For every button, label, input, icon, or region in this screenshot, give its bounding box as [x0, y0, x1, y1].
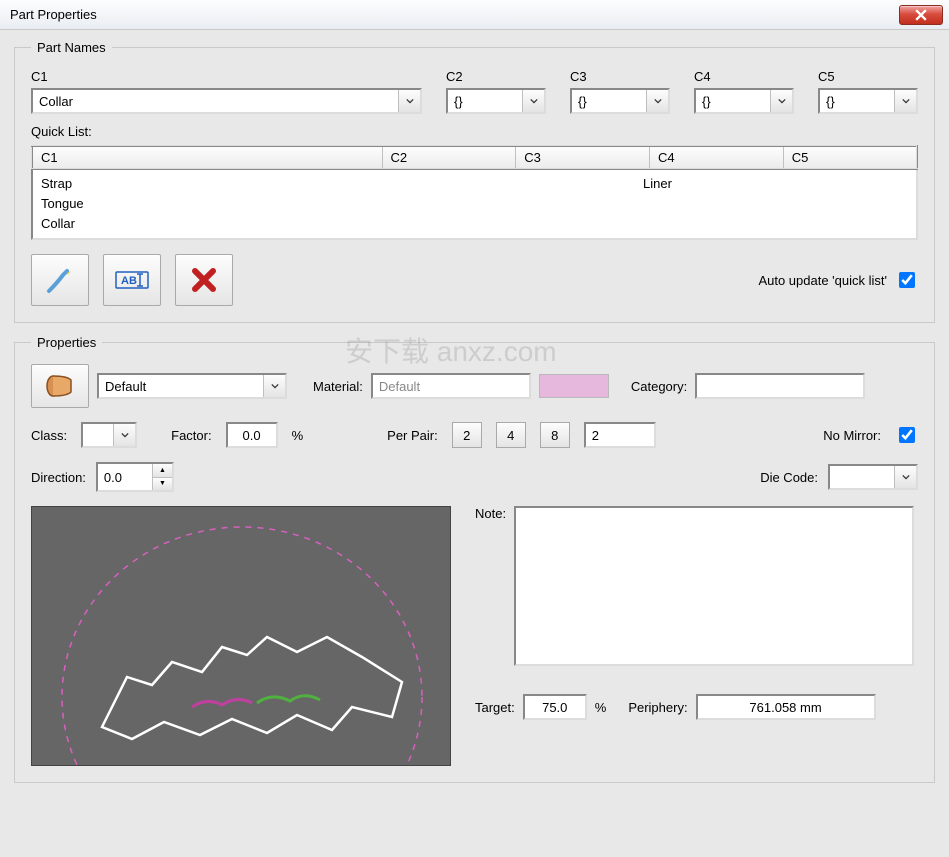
c4-value: {}	[696, 94, 770, 109]
chevron-down-icon	[113, 424, 135, 446]
properties-group: Properties 安下载 anxz.com Default Material…	[14, 335, 935, 783]
c2-label: C2	[446, 69, 546, 84]
die-code-label: Die Code:	[760, 470, 818, 485]
per-pair-8-button[interactable]: 8	[540, 422, 570, 448]
factor-input[interactable]: 0.0	[226, 422, 278, 448]
quick-list-label: Quick List:	[31, 124, 92, 139]
material-value: Default	[379, 379, 420, 394]
c2-value: {}	[448, 94, 522, 109]
material-input[interactable]: Default	[371, 373, 531, 399]
c4-combo[interactable]: {}	[694, 88, 794, 114]
chevron-down-icon	[263, 375, 285, 397]
spin-up-icon[interactable]: ▲	[152, 464, 172, 478]
preset-value: Default	[99, 379, 263, 394]
part-names-legend: Part Names	[31, 40, 112, 55]
periphery-label: Periphery:	[628, 700, 687, 715]
window-title: Part Properties	[10, 7, 97, 22]
properties-legend: Properties	[31, 335, 102, 350]
delete-x-icon	[191, 267, 217, 293]
close-button[interactable]	[899, 5, 943, 25]
die-code-combo[interactable]	[828, 464, 918, 490]
direction-label: Direction:	[31, 470, 86, 485]
target-label: Target:	[475, 700, 515, 715]
spin-down-icon[interactable]: ▼	[152, 478, 172, 491]
per-pair-label: Per Pair:	[387, 428, 438, 443]
periphery-readout: 761.058 mm	[696, 694, 876, 720]
chevron-down-icon	[522, 90, 544, 112]
auto-update-checkbox[interactable]	[899, 272, 915, 288]
category-input[interactable]	[695, 373, 865, 399]
part-preview-canvas	[31, 506, 451, 766]
quick-list-header[interactable]: C2	[382, 146, 516, 169]
text-rename-icon: AB	[115, 271, 149, 289]
category-label: Category:	[631, 379, 687, 394]
delete-button[interactable]	[175, 254, 233, 306]
per-pair-input[interactable]: 2	[584, 422, 656, 448]
quick-list-body[interactable]: Strap Tongue Collar Liner	[31, 170, 918, 240]
no-mirror-checkbox[interactable]	[899, 427, 915, 443]
target-value: 75.0	[542, 700, 567, 715]
factor-unit: %	[292, 428, 304, 443]
class-label: Class:	[31, 428, 67, 443]
c5-label: C5	[818, 69, 918, 84]
quick-list-table: C1 C2 C3 C4 C5	[31, 145, 918, 170]
chevron-down-icon	[646, 90, 668, 112]
quick-list-header[interactable]: C1	[32, 146, 382, 169]
quick-list-cell[interactable]: Strap	[41, 174, 375, 194]
quick-list-cell[interactable]: Tongue	[41, 194, 375, 214]
c2-combo[interactable]: {}	[446, 88, 546, 114]
class-combo[interactable]	[81, 422, 137, 448]
quick-list-header[interactable]: C4	[650, 146, 784, 169]
c1-value: Collar	[33, 94, 398, 109]
leather-roll-icon	[45, 372, 75, 400]
factor-value: 0.0	[243, 428, 261, 443]
material-color-swatch[interactable]	[539, 374, 609, 398]
chevron-down-icon	[770, 90, 792, 112]
part-names-group: Part Names C1 Collar C2 {} C3 {}	[14, 40, 935, 323]
quick-list-cell[interactable]: Collar	[41, 214, 375, 234]
sparkle-icon	[45, 265, 75, 295]
direction-value: 0.0	[98, 464, 152, 490]
wizard-button[interactable]	[31, 254, 89, 306]
c1-combo[interactable]: Collar	[31, 88, 422, 114]
quick-list-header[interactable]: C3	[516, 146, 650, 169]
target-input[interactable]: 75.0	[523, 694, 587, 720]
c3-label: C3	[570, 69, 670, 84]
quick-list-header[interactable]: C5	[783, 146, 917, 169]
rename-button[interactable]: AB	[103, 254, 161, 306]
direction-spinner[interactable]: 0.0 ▲ ▼	[96, 462, 174, 492]
c1-label: C1	[31, 69, 422, 84]
auto-update-label: Auto update 'quick list'	[758, 273, 887, 288]
per-pair-value: 2	[592, 428, 599, 443]
c5-combo[interactable]: {}	[818, 88, 918, 114]
per-pair-4-button[interactable]: 4	[496, 422, 526, 448]
note-textarea[interactable]	[514, 506, 914, 666]
target-unit: %	[595, 700, 607, 715]
c3-value: {}	[572, 94, 646, 109]
no-mirror-label: No Mirror:	[823, 428, 881, 443]
svg-text:AB: AB	[121, 275, 137, 287]
material-label: Material:	[313, 379, 363, 394]
c5-value: {}	[820, 94, 894, 109]
chevron-down-icon	[398, 90, 420, 112]
c3-combo[interactable]: {}	[570, 88, 670, 114]
per-pair-2-button[interactable]: 2	[452, 422, 482, 448]
quick-list-cell[interactable]: Liner	[643, 174, 753, 194]
periphery-value: 761.058 mm	[749, 700, 821, 715]
note-label: Note:	[475, 506, 506, 521]
preset-combo[interactable]: Default	[97, 373, 287, 399]
factor-label: Factor:	[171, 428, 211, 443]
c4-label: C4	[694, 69, 794, 84]
chevron-down-icon	[894, 466, 916, 488]
chevron-down-icon	[894, 90, 916, 112]
material-icon-button[interactable]	[31, 364, 89, 408]
